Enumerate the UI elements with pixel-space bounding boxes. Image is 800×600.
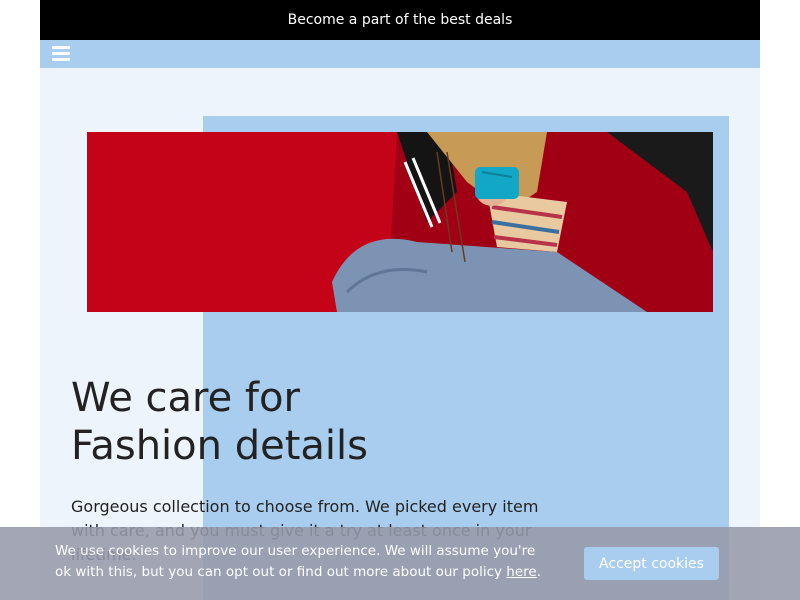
hero-image [87,132,713,312]
navigation-bar [40,40,760,68]
accept-cookies-button[interactable]: Accept cookies [584,547,719,580]
cookie-text-after-link: . [536,564,542,580]
hero-headline-line-2: Fashion details [71,423,368,469]
cookie-consent-text: We use cookies to improve our user exper… [55,541,555,583]
announcement-bar: Become a part of the best deals [40,0,760,40]
cookie-consent-banner: We use cookies to improve our user exper… [0,527,800,600]
hamburger-menu-icon[interactable] [52,46,70,62]
announcement-text: Become a part of the best deals [287,12,513,28]
hero-headline-line-1: We care for [71,375,300,421]
hero-headline: We care for Fashion details [71,374,368,470]
cookie-policy-link[interactable]: here [506,564,536,580]
page-container: Become a part of the best deals We care … [40,0,760,600]
cookie-text-before-link: We use cookies to improve our user exper… [55,543,536,580]
